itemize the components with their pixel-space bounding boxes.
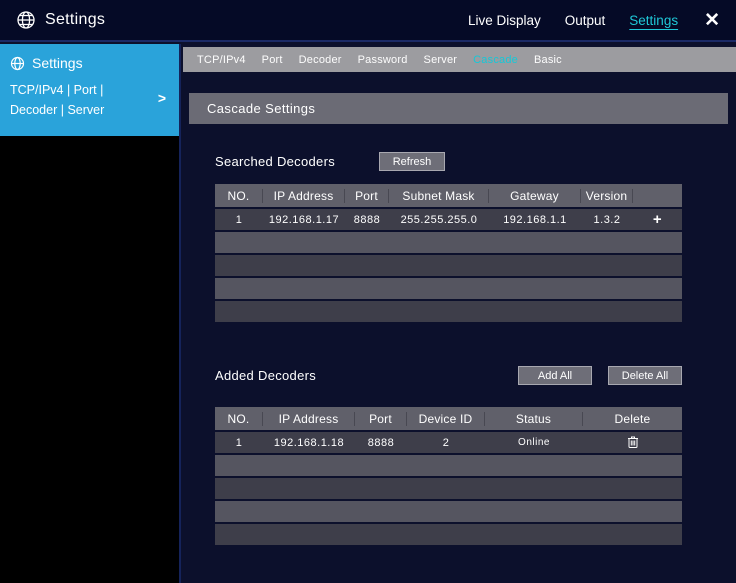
sidebar-title: Settings (32, 55, 83, 71)
table-row-empty (215, 232, 682, 253)
table-row-empty (215, 255, 682, 276)
cell-device-id: 2 (442, 436, 450, 449)
added-decoders-header: Added Decoders Add All Delete All (215, 366, 682, 385)
section-header: Cascade Settings (189, 93, 728, 124)
cell-ip-address: 192.168.1.18 (273, 436, 345, 449)
trash-icon[interactable] (583, 435, 682, 448)
delete-all-button[interactable]: Delete All (608, 366, 682, 385)
add-decoder-button[interactable]: + (633, 212, 682, 227)
tab-server[interactable]: Server (416, 54, 466, 66)
searched-decoders-label: Searched Decoders (215, 154, 335, 169)
cell-delete (583, 435, 682, 451)
table-row-empty (215, 278, 682, 299)
tab-port[interactable]: Port (254, 54, 291, 66)
table-row-empty (215, 501, 682, 522)
table-header-row: NO. IP Address Port Device ID Status Del… (215, 407, 682, 430)
column-header-no: NO. (215, 411, 263, 426)
cell-port: 8888 (367, 436, 395, 449)
title-bar: Settings Live Display Output Settings ✕ (0, 0, 736, 42)
table-row-empty (215, 455, 682, 476)
column-header-port: Port (345, 188, 389, 203)
column-header-status: Status (485, 411, 583, 426)
sidebar: Settings TCP/IPv4 | Port | Decoder | Ser… (0, 44, 181, 583)
globe-icon-small (10, 56, 25, 71)
tab-decoder[interactable]: Decoder (291, 54, 350, 66)
sidebar-subtitle: TCP/IPv4 | Port | Decoder | Server (10, 83, 105, 117)
nav-output[interactable]: Output (565, 13, 606, 28)
refresh-button[interactable]: Refresh (379, 152, 445, 171)
added-decoders-table: NO. IP Address Port Device ID Status Del… (215, 407, 682, 545)
table-row: 1 192.168.1.17 8888 255.255.255.0 192.16… (215, 209, 682, 230)
tab-password[interactable]: Password (350, 54, 416, 66)
tab-basic[interactable]: Basic (526, 54, 570, 66)
close-icon[interactable]: ✕ (704, 11, 720, 30)
chevron-right-icon: > (157, 90, 166, 106)
cell-subnet-mask: 255.255.255.0 (400, 213, 478, 226)
status-badge: Online (518, 437, 550, 448)
section-title: Cascade Settings (207, 101, 316, 116)
main-content: TCP/IPv4 Port Decoder Password Server Ca… (183, 44, 736, 583)
nav-live-display[interactable]: Live Display (468, 13, 541, 28)
settings-tab-bar: TCP/IPv4 Port Decoder Password Server Ca… (183, 47, 736, 72)
column-header-ip-address: IP Address (263, 188, 345, 203)
column-header-subnet-mask: Subnet Mask (389, 188, 489, 203)
column-header-no: NO. (215, 188, 263, 203)
tab-tcp-ipv4[interactable]: TCP/IPv4 (189, 54, 254, 66)
nav-settings[interactable]: Settings (629, 13, 678, 28)
column-header-ip-address: IP Address (263, 411, 355, 426)
table-row-empty (215, 524, 682, 545)
searched-decoders-header: Searched Decoders Refresh (215, 152, 736, 171)
app-title-group: Settings (16, 10, 105, 30)
table-header-row: NO. IP Address Port Subnet Mask Gateway … (215, 184, 682, 207)
window-title: Settings (45, 11, 106, 28)
column-header-gateway: Gateway (489, 188, 581, 203)
cell-gateway: 192.168.1.1 (503, 213, 567, 226)
column-header-delete: Delete (614, 411, 651, 426)
added-decoders-label: Added Decoders (215, 368, 317, 383)
add-all-button[interactable]: Add All (518, 366, 592, 385)
globe-icon (16, 10, 36, 30)
table-row: 1 192.168.1.18 8888 2 Online (215, 432, 682, 453)
column-header-version: Version (581, 188, 633, 203)
searched-decoders-table: NO. IP Address Port Subnet Mask Gateway … (215, 184, 682, 322)
tab-cascade[interactable]: Cascade (465, 54, 526, 66)
column-header-device-id: Device ID (407, 411, 485, 426)
table-row-empty (215, 478, 682, 499)
cell-no: 1 (235, 436, 243, 449)
cell-ip-address: 192.168.1.17 (268, 213, 340, 226)
cell-version: 1.3.2 (593, 213, 621, 226)
table-row-empty (215, 301, 682, 322)
cell-port: 8888 (353, 213, 381, 226)
sidebar-item-settings[interactable]: Settings TCP/IPv4 | Port | Decoder | Ser… (0, 44, 179, 136)
top-nav: Live Display Output Settings ✕ (444, 11, 720, 30)
cell-no: 1 (235, 213, 243, 226)
column-header-port: Port (355, 411, 407, 426)
sidebar-title-row: Settings (10, 55, 169, 71)
